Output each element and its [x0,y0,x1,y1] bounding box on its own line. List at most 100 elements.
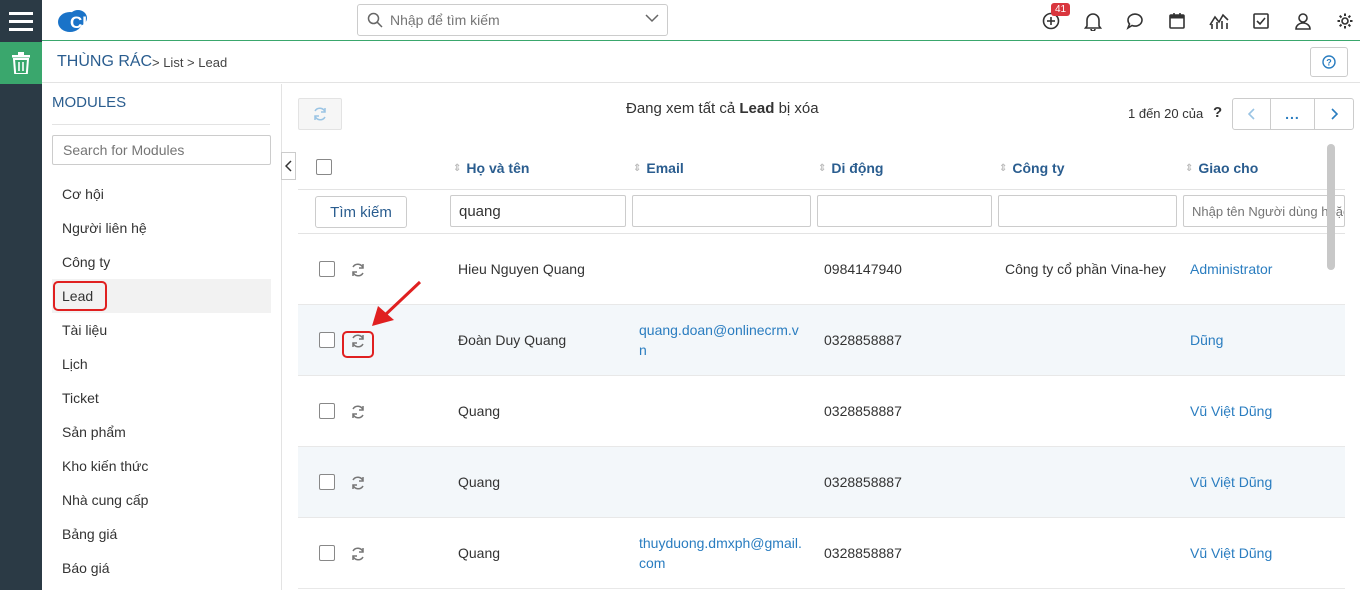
restore-icon[interactable] [350,475,366,491]
cell-assigned[interactable]: Vũ Việt Dũng [1190,472,1272,492]
user-icon[interactable] [1292,10,1314,32]
app-root: CLOUDPRO 41 THÙNG RÁC > List > Lead ? [0,0,1360,590]
cell-assigned[interactable]: Vũ Việt Dũng [1190,543,1272,563]
checkbox-icon[interactable] [1250,10,1272,32]
restore-icon[interactable] [350,404,366,420]
cell-assigned[interactable]: Dũng [1190,330,1223,350]
chat-icon[interactable] [1124,10,1146,32]
table-row[interactable]: Hieu Nguyen Quang 0984147940 Công ty cổ … [298,234,1345,305]
cell-assigned[interactable]: Administrator [1190,259,1272,279]
cell-email[interactable]: quang.doan@onlinecrm.v n [639,320,809,360]
cell-assigned[interactable]: Vũ Việt Dũng [1190,401,1272,421]
table-row[interactable]: Quang 0328858887 Vũ Việt Dũng [298,376,1345,447]
trash-module-button[interactable] [0,42,42,84]
viewing-module: Lead [739,100,775,117]
chevron-down-icon[interactable] [645,13,659,23]
pager-text: 1 đến 20 của [1128,106,1204,121]
row-checkbox[interactable] [319,261,335,277]
sort-icon: ⇕ [633,162,642,174]
table-row[interactable]: Quang 0328858887 Vũ Việt Dũng [298,447,1345,518]
top-bar: CLOUDPRO [42,0,1360,41]
modules-sidebar: MODULES Cơ hội Người liên hệ Công ty Lea… [42,84,282,590]
column-header-assigned[interactable]: ⇕ Giao cho [1185,160,1258,176]
cell-name: Quang [458,545,501,561]
breadcrumb-path[interactable]: > List > Lead [152,55,227,70]
chart-icon[interactable] [1208,10,1230,32]
module-list: Cơ hội Người liên hệ Công ty Lead Tài li… [52,177,271,585]
search-button[interactable]: Tìm kiếm [315,196,407,228]
question-circle-icon: ? [1322,55,1336,69]
restore-icon[interactable] [350,262,366,278]
gear-icon[interactable] [1334,10,1356,32]
viewing-suffix: bị xóa [774,100,819,117]
cell-email[interactable]: thuyduong.dmxph@gmail. com [639,533,809,573]
restore-icon[interactable] [350,546,366,562]
filter-assigned-input[interactable] [1183,195,1345,227]
column-header-name[interactable]: ⇕ Họ và tên [453,160,529,176]
column-label: Công ty [1012,160,1065,176]
cell-company: Công ty cổ phần Vina-hey [1005,261,1166,277]
cell-name: Đoàn Duy Quang [458,332,567,348]
global-search-input[interactable] [390,9,630,31]
breadcrumb: THÙNG RÁC > List > Lead ? [42,42,1360,83]
sidebar-item[interactable]: Kho kiến thức [52,449,271,483]
column-header-email[interactable]: ⇕ Email [633,160,684,176]
calendar-icon[interactable] [1166,10,1188,32]
sidebar-item[interactable]: Công ty [52,245,271,279]
table-header: ⇕ Họ và tên ⇕ Email ⇕ Di động ⇕ Công ty ⇕ Gia… [298,144,1345,190]
filter-company-input[interactable] [998,195,1177,227]
cell-name: Hieu Nguyen Quang [458,261,585,277]
cell-mobile: 0328858887 [824,474,902,490]
sidebar-item[interactable]: Tài liệu [52,313,271,347]
column-header-company[interactable]: ⇕ Công ty [999,160,1065,176]
hamburger-icon [9,12,33,31]
global-search[interactable] [357,4,668,36]
sidebar-item[interactable]: Người liên hệ [52,211,271,245]
column-header-mobile[interactable]: ⇕ Di động [818,160,884,176]
cell-name: Quang [458,474,501,490]
sort-icon: ⇕ [1185,162,1194,174]
select-all-checkbox[interactable] [316,159,332,175]
page-more-button[interactable]: ... [1271,99,1315,129]
records-table: ⇕ Họ và tên ⇕ Email ⇕ Di động ⇕ Công ty ⇕ Gia… [298,144,1345,590]
cell-mobile: 0328858887 [824,545,902,561]
filter-row: Tìm kiếm [298,190,1345,234]
row-checkbox[interactable] [319,474,335,490]
restore-all-button[interactable] [298,98,342,130]
sidebar-item[interactable]: Báo giá [52,551,271,585]
sidebar-item[interactable]: Lịch [52,347,271,381]
sidebar-item[interactable]: Ticket [52,381,271,415]
sidebar-item[interactable]: Bảng giá [52,517,271,551]
filter-name-input[interactable] [450,195,626,227]
filter-email-input[interactable] [632,195,811,227]
module-search-input[interactable] [52,135,271,165]
cell-mobile: 0328858887 [824,403,902,419]
column-label: Di động [831,160,884,176]
search-icon [367,12,383,28]
row-checkbox[interactable] [319,545,335,561]
table-row[interactable]: Đoàn Duy Quang quang.doan@onlinecrm.v n … [298,305,1345,376]
scrollbar[interactable] [1327,144,1335,270]
cloudpro-logo[interactable]: CLOUDPRO [56,6,186,36]
divider [52,124,270,125]
sidebar-item-lead[interactable]: Lead [52,279,271,313]
sidebar-item[interactable]: Cơ hội [52,177,271,211]
pager-total-unknown[interactable]: ? [1213,104,1222,121]
help-button[interactable]: ? [1310,47,1348,77]
bell-icon[interactable] [1082,10,1104,32]
refresh-icon [314,107,326,121]
sidebar-item[interactable]: Nhà cung cấp [52,483,271,517]
hamburger-menu-button[interactable] [0,0,42,42]
page-title[interactable]: THÙNG RÁC [57,53,152,71]
prev-page-button[interactable] [1233,99,1271,129]
column-label: Họ và tên [466,160,530,176]
next-page-button[interactable] [1315,99,1353,129]
chevron-right-icon [1331,108,1338,120]
row-checkbox[interactable] [319,403,335,419]
sidebar-item[interactable]: Sản phẩm [52,415,271,449]
sort-icon: ⇕ [999,162,1008,174]
row-checkbox[interactable] [319,332,335,348]
filter-mobile-input[interactable] [817,195,992,227]
table-row[interactable]: Quang thuyduong.dmxph@gmail. com 0328858… [298,518,1345,589]
restore-icon[interactable] [350,333,366,349]
